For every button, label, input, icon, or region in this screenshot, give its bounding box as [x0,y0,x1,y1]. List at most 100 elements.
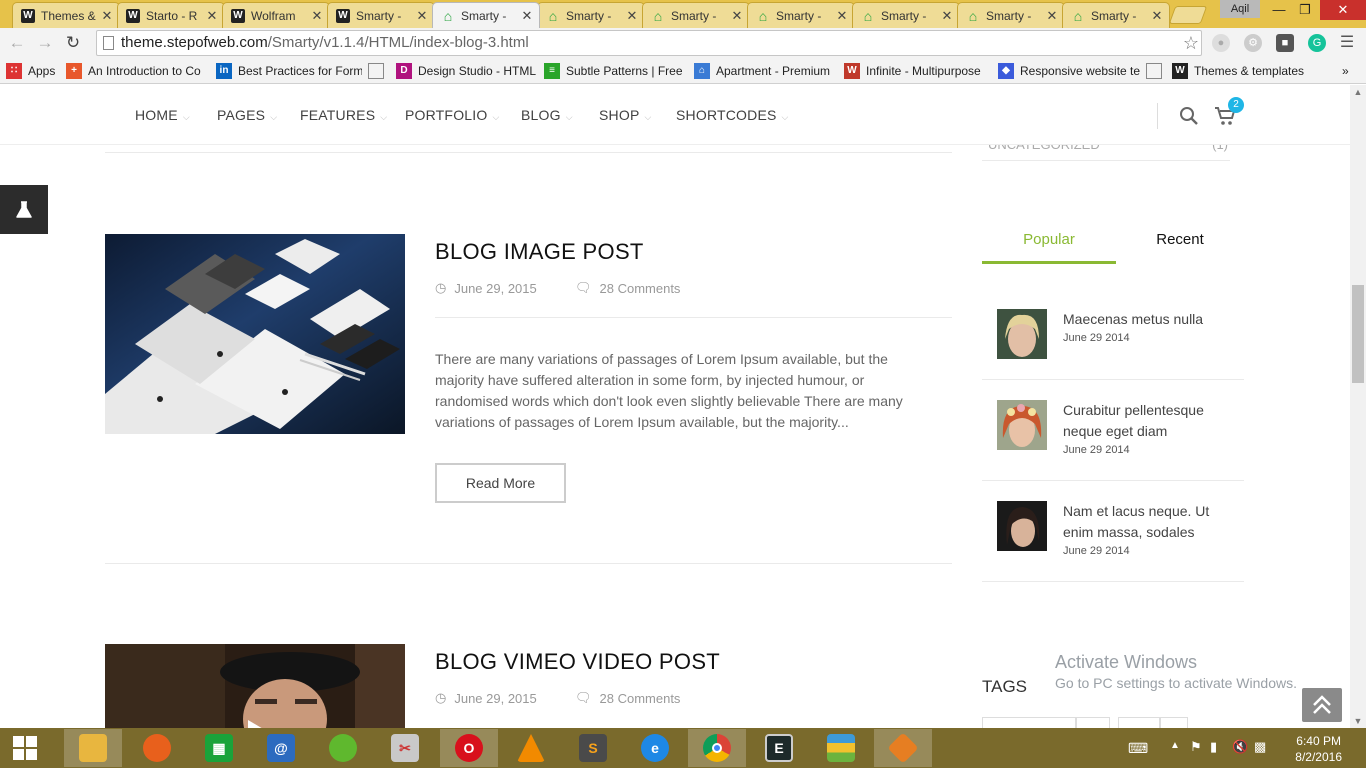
new-tab-button[interactable] [1168,6,1208,24]
taskbar-file-explorer[interactable] [64,729,122,767]
tab-close-icon[interactable]: ✕ [414,8,430,24]
tag-item[interactable] [1076,717,1110,728]
post-title[interactable]: BLOG VIMEO VIDEO POST [435,649,720,675]
taskbar-chrome[interactable] [688,729,746,767]
profile-button[interactable]: Aqil [1220,0,1260,18]
browser-tab[interactable]: W Smarty - ✕ [327,2,435,28]
bookmark-item[interactable]: W Themes & templates [1172,62,1304,80]
taskbar-firefox[interactable] [128,729,186,767]
forward-button[interactable]: → [34,32,56,54]
taskbar-sublime[interactable]: S [564,729,622,767]
browser-tab[interactable]: ⌂ Smarty - ✕ [1062,2,1170,28]
tag-item[interactable] [982,717,1076,728]
nav-item-home[interactable]: HOME ⌵ [135,107,190,123]
bookmark-item[interactable] [368,62,390,80]
tag-item[interactable] [1118,717,1160,728]
post-image[interactable] [105,234,405,434]
taskbar-clock[interactable]: 6:40 PM 8/2/2016 [1295,733,1342,765]
action-center-flag-icon[interactable]: ⚑ [1190,739,1202,755]
bookmark-item[interactable]: ≡ Subtle Patterns | Free [544,62,683,80]
nav-item-features[interactable]: FEATURES ⌵ [300,107,387,123]
start-button[interactable] [0,729,50,767]
close-window-button[interactable]: ✕ [1320,0,1366,20]
bookmark-item[interactable]: ⌂ Apartment - Premium [694,62,830,80]
network-icon[interactable]: ▩ [1254,739,1266,755]
battery-icon[interactable]: ▮ [1210,739,1217,755]
bookmark-item[interactable]: D Design Studio - HTML [396,62,536,80]
browser-tab[interactable]: ⌂ Smarty - ✕ [642,2,750,28]
nav-item-shop[interactable]: SHOP ⌵ [599,107,652,123]
tab-close-icon[interactable]: ✕ [939,8,955,24]
bookmark-item[interactable] [1146,62,1166,80]
nav-item-pages[interactable]: PAGES ⌵ [217,107,277,123]
back-button[interactable]: ← [6,32,28,54]
grammarly-icon[interactable]: G [1308,34,1326,52]
bookmark-item[interactable]: in Best Practices for Form [216,62,362,80]
read-more-button[interactable]: Read More [435,463,566,503]
address-bar[interactable]: theme.stepofweb.com/Smarty/v1.1.4/HTML/i… [96,30,1202,56]
nav-item-blog[interactable]: BLOG ⌵ [521,107,573,123]
browser-tab[interactable]: ⌂ Smarty - ✕ [957,2,1065,28]
back-to-top-button[interactable] [1302,688,1342,722]
tab-close-icon[interactable]: ✕ [834,8,850,24]
taskbar-vlc[interactable] [502,729,560,767]
browser-tab[interactable]: ⌂ Smarty - ✕ [432,2,540,28]
taskbar-app[interactable] [314,729,372,767]
browser-tab[interactable]: ⌂ Smarty - ✕ [747,2,855,28]
scrollbar-thumb[interactable] [1352,285,1364,383]
bookmark-item[interactable]: ∷ Apps [6,62,55,80]
tab-close-icon[interactable]: ✕ [204,8,220,24]
bookmarks-overflow[interactable]: » [1342,62,1349,80]
bookmark-item[interactable]: + An Introduction to Co [66,62,201,80]
extension-icon[interactable]: ● [1212,34,1230,52]
tab-popular[interactable]: Popular [982,231,1116,248]
flask-icon[interactable] [0,185,48,234]
taskbar-store[interactable]: ▦ [190,729,248,767]
reload-button[interactable]: ↻ [62,32,84,54]
restore-button[interactable]: ❐ [1288,0,1322,20]
popular-post-item[interactable]: Maecenas metus nulla June 29 2014 [982,309,1244,379]
search-icon[interactable] [1178,105,1200,127]
browser-tab[interactable]: W Wolfram ✕ [222,2,330,28]
browser-tab[interactable]: ⌂ Smarty - ✕ [852,2,960,28]
scroll-up-arrow[interactable]: ▲ [1350,85,1366,99]
tab-recent[interactable]: Recent [1113,231,1247,248]
tab-close-icon[interactable]: ✕ [729,8,745,24]
post-video-thumbnail[interactable] [105,644,405,728]
tab-close-icon[interactable]: ✕ [519,8,535,24]
show-hidden-icons[interactable]: ▲ [1170,740,1180,751]
taskbar-snipping-tool[interactable]: ✂ [376,729,434,767]
popular-post-item[interactable]: Curabitur pellentesque neque eget diam J… [982,400,1244,480]
popular-post-item[interactable]: Nam et lacus neque. Ut enim massa, sodal… [982,501,1244,581]
tab-close-icon[interactable]: ✕ [1044,8,1060,24]
page-scrollbar[interactable]: ▲ ▼ [1350,85,1366,728]
scroll-down-arrow[interactable]: ▼ [1350,714,1366,728]
taskbar-internet-explorer[interactable]: e [626,729,684,767]
tab-close-icon[interactable]: ✕ [99,8,115,24]
tag-item[interactable] [1160,717,1188,728]
bookmark-star-icon[interactable]: ☆ [1183,31,1199,55]
bookmark-item[interactable]: ◆ Responsive website te [998,62,1140,80]
post-comments[interactable]: 🗨 28 Comments [575,280,680,296]
volume-muted-icon[interactable]: 🔇 [1232,739,1248,755]
nav-item-portfolio[interactable]: PORTFOLIO ⌵ [405,107,499,123]
taskbar-app[interactable] [874,729,932,767]
menu-icon[interactable]: ☰ [1338,34,1356,52]
taskbar-mail[interactable]: @ [252,729,310,767]
post-title[interactable]: BLOG IMAGE POST [435,239,644,265]
browser-tab[interactable]: W Starto - R ✕ [117,2,225,28]
post-comments[interactable]: 🗨 28 Comments [575,690,680,706]
browser-tab[interactable]: ⌂ Smarty - ✕ [537,2,645,28]
extension-icon[interactable]: ⚙ [1244,34,1262,52]
extension-puzzle-icon[interactable]: ■ [1276,34,1294,52]
taskbar-opera[interactable]: O [440,729,498,767]
browser-tab[interactable]: W Themes & ✕ [12,2,120,28]
taskbar-stack-app[interactable] [812,729,870,767]
tab-close-icon[interactable]: ✕ [624,8,640,24]
nav-item-shortcodes[interactable]: SHORTCODES ⌵ [676,107,789,123]
keyboard-icon[interactable]: ⌨ [1128,740,1148,757]
tab-close-icon[interactable]: ✕ [309,8,325,24]
tab-close-icon[interactable]: ✕ [1149,8,1165,24]
taskbar-editor[interactable]: E [750,729,808,767]
bookmark-item[interactable]: W Infinite - Multipurpose [844,62,981,80]
